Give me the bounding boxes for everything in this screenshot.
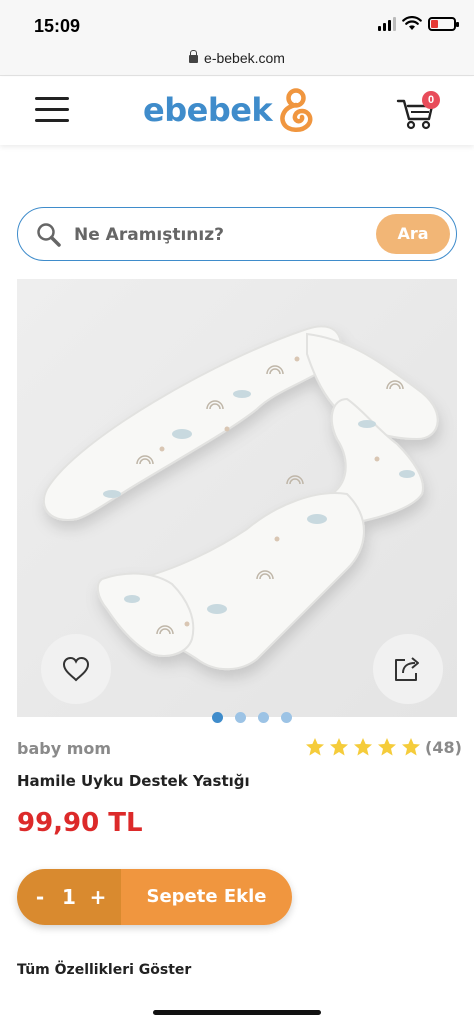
search-input[interactable] [74, 220, 374, 250]
lock-icon [189, 50, 199, 63]
product-brand[interactable]: baby mom [17, 739, 111, 758]
quantity-decrease-button[interactable]: - [30, 885, 50, 909]
star-icon [330, 738, 348, 756]
all-features-link[interactable]: Tüm Özellikleri Göster [17, 962, 191, 978]
ebebek-logo[interactable]: ebebek [143, 87, 316, 133]
star-icon [378, 738, 396, 756]
wifi-icon [402, 16, 422, 30]
site-header: ebebek 0 [0, 77, 474, 145]
add-to-cart-button[interactable]: Sepete Ekle [121, 869, 292, 925]
menu-button[interactable] [35, 97, 69, 125]
product-image-gallery[interactable] [17, 279, 457, 717]
home-indicator[interactable] [153, 1010, 321, 1015]
gallery-dot[interactable] [281, 712, 292, 723]
gallery-dot[interactable] [258, 712, 269, 723]
battery-icon [428, 16, 459, 31]
star-icon [306, 738, 324, 756]
browser-url-bar[interactable]: e-bebek.com [0, 44, 474, 76]
logo-text: ebebek [143, 91, 273, 129]
review-count: (48) [425, 737, 462, 757]
gallery-dot[interactable] [212, 712, 223, 723]
product-rating[interactable]: (48) [305, 737, 462, 757]
star-icon [402, 738, 420, 756]
product-price: 99,90 TL [17, 808, 143, 838]
heart-icon [62, 656, 90, 682]
logo-mark-icon [280, 88, 313, 132]
gallery-dot[interactable] [235, 712, 246, 723]
cart-count-badge: 0 [422, 91, 440, 109]
quantity-value: 1 [62, 885, 76, 909]
favorite-button[interactable] [41, 634, 111, 704]
signal-icon [378, 16, 396, 31]
menu-icon [35, 97, 69, 122]
quantity-increase-button[interactable]: + [88, 885, 108, 909]
search-bar: Ara [17, 207, 457, 261]
product-title: Hamile Uyku Destek Yastığı [17, 772, 250, 790]
add-to-cart-control: - 1 + Sepete Ekle [17, 869, 292, 925]
status-time: 15:09 [34, 16, 81, 36]
quantity-stepper: - 1 + [17, 869, 121, 925]
share-button[interactable] [373, 634, 443, 704]
cart-button[interactable]: 0 [396, 91, 440, 131]
status-bar: 15:09 [0, 0, 474, 44]
search-icon [37, 223, 61, 247]
status-icons [378, 16, 459, 31]
star-icon [354, 738, 372, 756]
share-icon [395, 657, 419, 681]
gallery-pagination [0, 712, 474, 723]
url-text: e-bebek.com [204, 50, 285, 66]
search-button[interactable]: Ara [376, 214, 450, 254]
